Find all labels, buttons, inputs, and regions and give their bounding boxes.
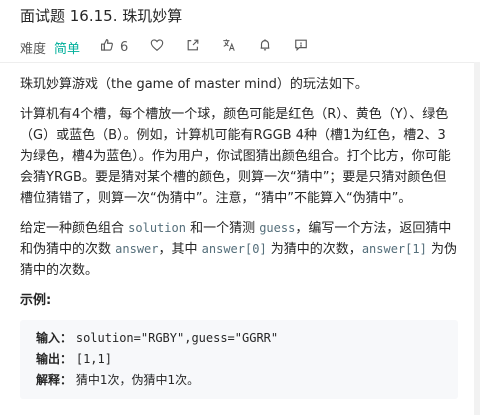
inline-code-answer: answer — [115, 242, 159, 256]
inline-code-guess: guess — [259, 221, 296, 235]
example-output-row: 输出： [1,1] — [36, 349, 442, 370]
description-paragraph-1: 珠玑妙算游戏（the game of master mind）的玩法如下。 — [20, 77, 368, 92]
example-block: 输入： solution="RGBY",guess="GGRR" 输出： [1,… — [20, 320, 458, 399]
like-button[interactable]: 6 — [100, 38, 128, 56]
example-input-row: 输入： solution="RGBY",guess="GGRR" — [36, 328, 442, 349]
header-divider — [0, 62, 480, 63]
example-explain-label: 解释： — [36, 373, 73, 387]
feedback-icon — [294, 38, 308, 56]
feedback-button[interactable] — [294, 38, 308, 56]
thumbs-up-icon — [100, 38, 114, 56]
example-heading: 示例: — [20, 293, 52, 308]
favorite-button[interactable] — [150, 38, 164, 56]
example-explain-row: 解释： 猜中1次，伪猜中1次。 — [36, 370, 442, 391]
problem-description: 珠玑妙算游戏（the game of master mind）的玩法如下。 计算… — [20, 74, 458, 399]
example-input-label: 输入： — [36, 331, 73, 345]
translate-icon — [222, 38, 236, 56]
share-button[interactable] — [186, 38, 200, 56]
problem-header: 面试题 16.15. 珠玑妙算 难度 简单 6 — [20, 5, 460, 59]
difficulty-badge: 简单 — [54, 41, 81, 57]
inline-code-answer-0: answer[0] — [201, 242, 267, 256]
problem-title: 面试题 16.15. 珠玑妙算 — [20, 7, 183, 25]
inline-code-solution: solution — [128, 221, 186, 235]
description-paragraph-2: 计算机有4个槽，每个槽放一个球，颜色可能是红色（R）、黄色（Y）、绿色（G）或蓝… — [20, 107, 451, 206]
text-segment: 和一个猜测 — [185, 221, 260, 236]
text-segment: ，其中 — [158, 242, 202, 257]
example-input-value: solution="RGBY",guess="GGRR" — [75, 331, 279, 345]
description-paragraph-3: 给定一种颜色组合 solution 和一个猜测 guess，编写一个方法，返回猜… — [20, 218, 458, 281]
content-scrollbar[interactable] — [474, 62, 480, 415]
bell-icon — [258, 38, 272, 56]
inline-code-answer-1: answer[1] — [361, 242, 427, 256]
example-output-label: 输出： — [36, 352, 73, 366]
example-explain-value: 猜中1次，伪猜中1次。 — [75, 373, 200, 387]
text-segment: 为猜中的次数， — [266, 242, 362, 257]
problem-meta-bar: 难度 简单 6 — [20, 35, 460, 59]
notify-button[interactable] — [258, 38, 272, 56]
difficulty-label: 难度 — [20, 41, 47, 57]
translate-button[interactable] — [222, 38, 236, 56]
like-count: 6 — [120, 39, 129, 55]
text-segment: 给定一种颜色组合 — [20, 221, 129, 236]
example-output-value: [1,1] — [75, 352, 112, 366]
heart-icon — [150, 38, 164, 56]
share-icon — [186, 38, 200, 56]
